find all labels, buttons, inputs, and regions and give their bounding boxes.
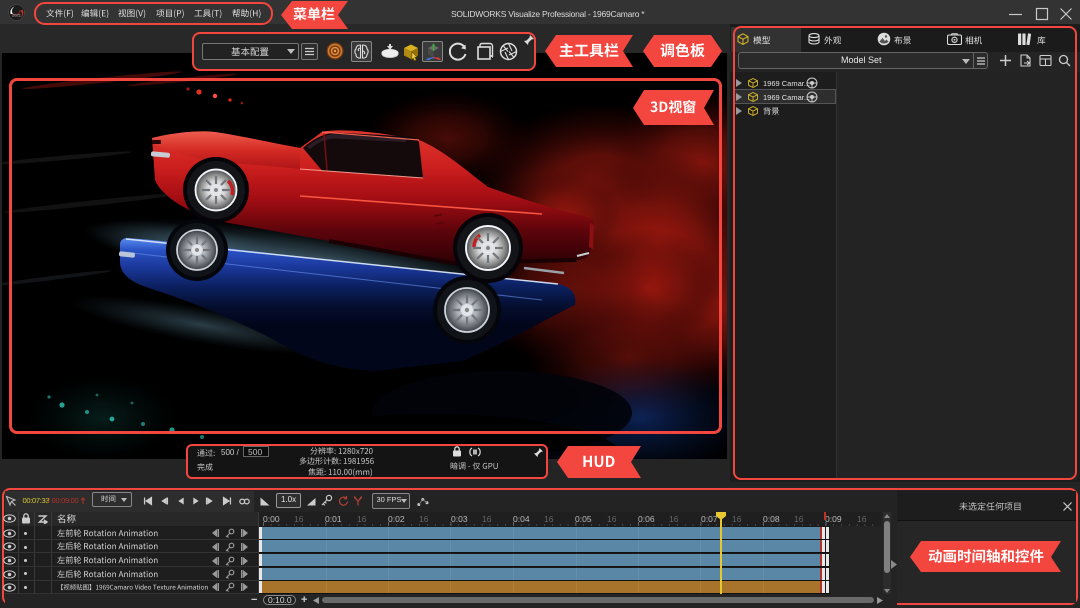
svg-text:2021: 2021: [12, 13, 22, 18]
